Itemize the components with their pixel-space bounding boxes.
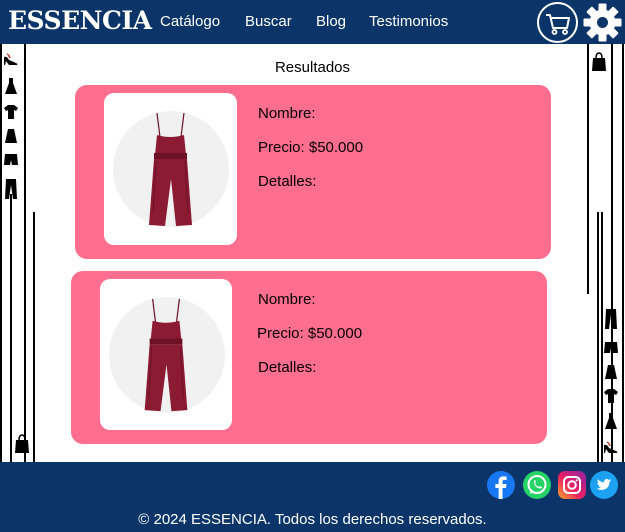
decor-line bbox=[622, 44, 624, 462]
product-card[interactable]: Nombre: Precio: $50.000 Detalles: bbox=[71, 271, 547, 444]
decor-line bbox=[0, 44, 2, 462]
dress-icon bbox=[5, 78, 17, 94]
tshirt-icon bbox=[604, 389, 618, 403]
settings-button[interactable] bbox=[582, 2, 623, 43]
brand-logo[interactable]: ESSENCIA bbox=[8, 6, 152, 35]
product-details-label: Detalles: bbox=[258, 173, 317, 190]
high-heel-icon bbox=[604, 441, 618, 453]
decor-line bbox=[24, 44, 26, 462]
cart-button[interactable] bbox=[537, 2, 578, 43]
copyright-text: © 2024 ESSENCIA. Todos los derechos rese… bbox=[138, 511, 487, 528]
shopping-bag-icon bbox=[15, 434, 29, 453]
product-details-label: Detalles: bbox=[258, 359, 317, 376]
product-card[interactable]: Nombre: Precio: $50.000 Detalles: bbox=[75, 85, 551, 259]
shopping-cart-icon bbox=[546, 14, 570, 35]
whatsapp-icon[interactable] bbox=[523, 471, 551, 499]
jumpsuit-image bbox=[144, 298, 188, 412]
instagram-icon[interactable] bbox=[558, 471, 586, 499]
right-decoration bbox=[587, 44, 624, 462]
tshirt-icon bbox=[4, 105, 18, 119]
page-title: Resultados bbox=[274, 59, 351, 76]
twitter-icon[interactable] bbox=[590, 471, 618, 499]
gear-icon bbox=[583, 3, 622, 42]
pants-icon bbox=[5, 179, 17, 199]
decor-line bbox=[10, 194, 12, 462]
site-header: ESSENCIA Catálogo Buscar Blog Testimonio… bbox=[0, 0, 625, 44]
decor-line bbox=[587, 44, 589, 294]
shorts-icon bbox=[604, 342, 618, 353]
product-name-label: Nombre: bbox=[258, 291, 316, 308]
pants-icon bbox=[605, 309, 617, 329]
skirt-icon bbox=[605, 365, 617, 379]
product-image[interactable] bbox=[100, 279, 232, 430]
product-name-label: Nombre: bbox=[258, 105, 316, 122]
decor-line bbox=[597, 212, 599, 462]
nav-link-catalogo[interactable]: Catálogo bbox=[160, 13, 220, 30]
nav-link-blog[interactable]: Blog bbox=[316, 13, 346, 30]
nav-link-testimonios[interactable]: Testimonios bbox=[369, 13, 448, 30]
jumpsuit-image bbox=[149, 112, 192, 226]
decor-line bbox=[33, 212, 35, 462]
left-decoration bbox=[0, 44, 36, 462]
nav-link-buscar[interactable]: Buscar bbox=[245, 13, 292, 30]
shorts-icon bbox=[4, 154, 18, 165]
product-price-label: Precio: $50.000 bbox=[258, 139, 364, 156]
skirt-icon bbox=[5, 129, 17, 143]
product-price-label: Precio: $50.000 bbox=[257, 325, 363, 342]
dress-icon bbox=[605, 413, 617, 429]
facebook-icon[interactable] bbox=[487, 471, 515, 499]
product-image[interactable] bbox=[104, 93, 237, 245]
